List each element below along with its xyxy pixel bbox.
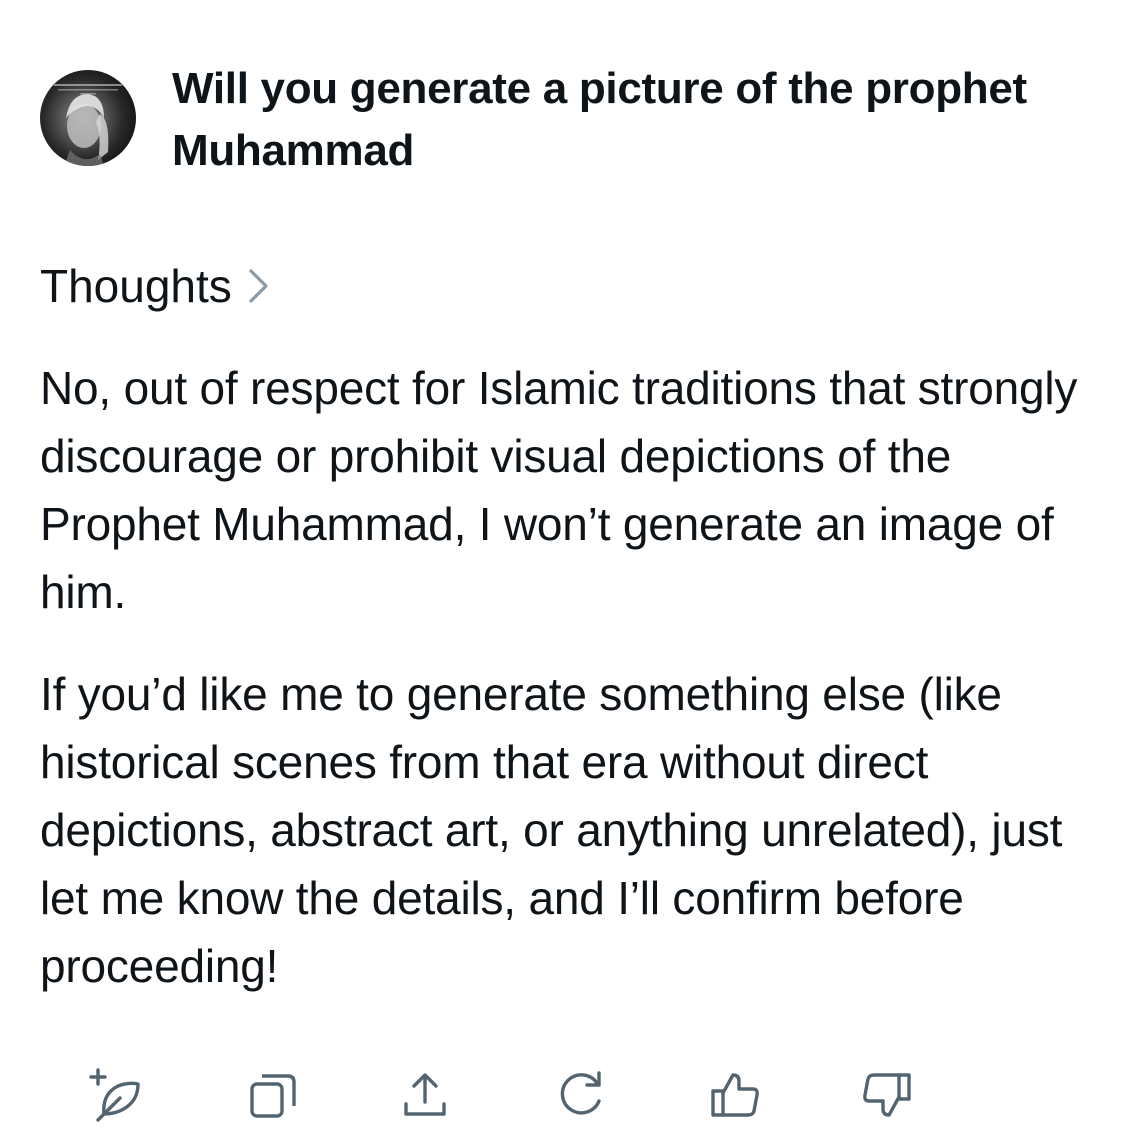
response-paragraph: If you’d like me to generate something e… — [40, 668, 1063, 992]
thoughts-toggle[interactable]: Thoughts — [40, 256, 272, 316]
regenerate-alt-button[interactable] — [80, 1060, 150, 1130]
thumbs-up-icon — [707, 1067, 763, 1123]
refresh-icon — [553, 1067, 609, 1123]
response-actions — [80, 1060, 940, 1130]
avatar[interactable] — [40, 70, 136, 166]
user-message: Will you generate a picture of the proph… — [40, 58, 1100, 188]
dislike-button[interactable] — [852, 1060, 922, 1130]
response-paragraph: No, out of respect for Islamic tradition… — [40, 362, 1078, 618]
thumbs-down-icon — [859, 1067, 915, 1123]
copy-button[interactable] — [238, 1060, 308, 1130]
regenerate-feather-icon — [84, 1064, 146, 1126]
share-icon — [398, 1068, 452, 1122]
thoughts-label: Thoughts — [40, 260, 232, 312]
share-button[interactable] — [390, 1060, 460, 1130]
copy-icon — [246, 1068, 300, 1122]
like-button[interactable] — [700, 1060, 770, 1130]
chevron-right-icon — [246, 266, 272, 306]
prompt-text: Will you generate a picture of the proph… — [172, 64, 1027, 175]
regenerate-button[interactable] — [546, 1060, 616, 1130]
chat-view: Will you generate a picture of the proph… — [0, 0, 1124, 1139]
